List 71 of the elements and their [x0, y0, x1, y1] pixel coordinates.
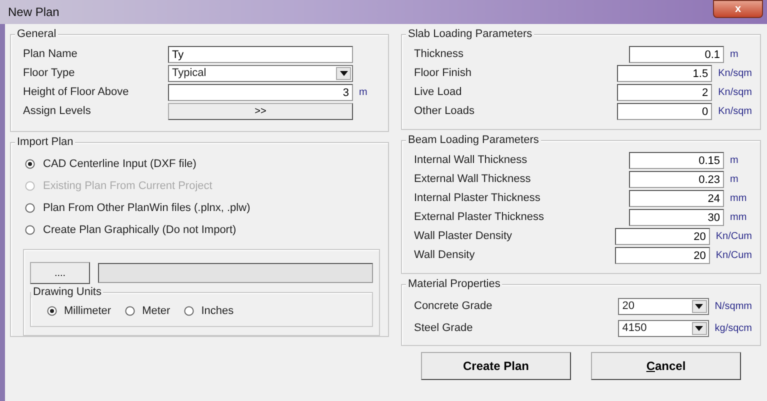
field-label: External Wall Thickness — [414, 172, 532, 188]
radio-button[interactable] — [125, 306, 136, 316]
unit-label: Kn/sqm — [718, 86, 752, 100]
caret-icon — [695, 326, 704, 330]
number-field[interactable]: 2 — [617, 84, 712, 101]
radio-button[interactable] — [25, 159, 35, 169]
field-label: Live Load — [414, 85, 463, 100]
field-label: Height of Floor Above — [23, 85, 130, 100]
option-label: Existing Plan From Current Project — [43, 178, 212, 194]
number-field[interactable]: 0.23 — [629, 171, 724, 188]
unit-label: Kn/sqm — [718, 67, 752, 81]
unit-label: m — [730, 154, 738, 168]
field-label: Floor Finish — [414, 66, 472, 82]
field-label: Plan Name — [23, 47, 78, 62]
option-label: Meter — [142, 304, 170, 319]
cancel-button[interactable]: Cancel — [591, 352, 741, 380]
number-field[interactable]: 3 — [168, 84, 353, 101]
field-label: Wall Plaster Density — [414, 229, 514, 244]
group-title: Slab Loading Parameters — [406, 29, 534, 40]
create-plan-button[interactable]: Create Plan — [421, 352, 571, 380]
unit-label: m — [730, 173, 738, 187]
field-label: Floor Type — [23, 66, 76, 82]
field-label: Wall Density — [414, 248, 476, 264]
group-title: Beam Loading Parameters — [406, 135, 541, 146]
unit-label: m — [730, 48, 738, 62]
radio-button[interactable] — [184, 306, 194, 316]
option-label: CAD Centerline Input (DXF file) — [43, 156, 196, 172]
dropdown[interactable]: 4150 — [618, 320, 709, 336]
option-label: Create Plan Graphically (Do not Import) — [43, 222, 236, 238]
unit-label: mm — [730, 211, 747, 225]
unit-label: kg/sqcm — [714, 322, 752, 336]
number-field[interactable]: 20 — [614, 228, 710, 245]
field-label: Internal Wall Thickness — [414, 153, 528, 168]
group-title: Drawing Units — [31, 287, 104, 298]
number-field[interactable]: 20 — [614, 247, 710, 264]
unit-label: mm — [730, 192, 747, 206]
assign-levels-button[interactable]: >> — [168, 103, 353, 120]
unit-label: Kn/sqm — [718, 105, 752, 119]
unit-label: m — [359, 86, 368, 100]
radio-button[interactable] — [25, 203, 35, 213]
radio-button[interactable] — [47, 306, 57, 316]
radio-button[interactable] — [25, 225, 35, 235]
field-label: Steel Grade — [414, 320, 474, 336]
number-field[interactable]: 0.15 — [629, 152, 724, 169]
unit-label: Kn/Cum — [716, 249, 752, 263]
field-label: Concrete Grade — [414, 298, 494, 314]
unit-label: Kn/Cum — [716, 230, 752, 244]
option-label: Plan From Other PlanWin files (.plnx, .plw) — [43, 200, 250, 216]
dropdown[interactable]: Typical — [168, 65, 353, 82]
number-field[interactable]: 0.1 — [629, 46, 724, 63]
field-label: Other Loads — [414, 104, 476, 120]
number-field[interactable]: 24 — [629, 190, 724, 207]
option-label: Millimeter — [64, 304, 112, 319]
caret-icon — [340, 71, 348, 76]
field-label: External Plaster Thickness — [414, 210, 546, 226]
number-field[interactable]: 0 — [617, 103, 712, 120]
field-label: Thickness — [414, 47, 465, 62]
window-title: New Plan — [8, 4, 60, 21]
browse-button[interactable]: .... — [30, 262, 90, 284]
number-field[interactable]: 30 — [629, 209, 724, 226]
group-title: Material Properties — [406, 279, 502, 290]
group-title: General — [15, 29, 58, 40]
field-label: Internal Plaster Thickness — [414, 191, 542, 206]
text-field[interactable]: Ty — [168, 46, 353, 63]
group-title: Import Plan — [15, 137, 76, 148]
field-label: Assign Levels — [23, 104, 92, 120]
dropdown[interactable]: 20 — [618, 298, 709, 314]
option-label: Inches — [201, 304, 234, 319]
unit-label: N/sqmm — [714, 300, 752, 314]
caret-icon — [695, 304, 704, 308]
number-field[interactable]: 1.5 — [617, 65, 712, 82]
